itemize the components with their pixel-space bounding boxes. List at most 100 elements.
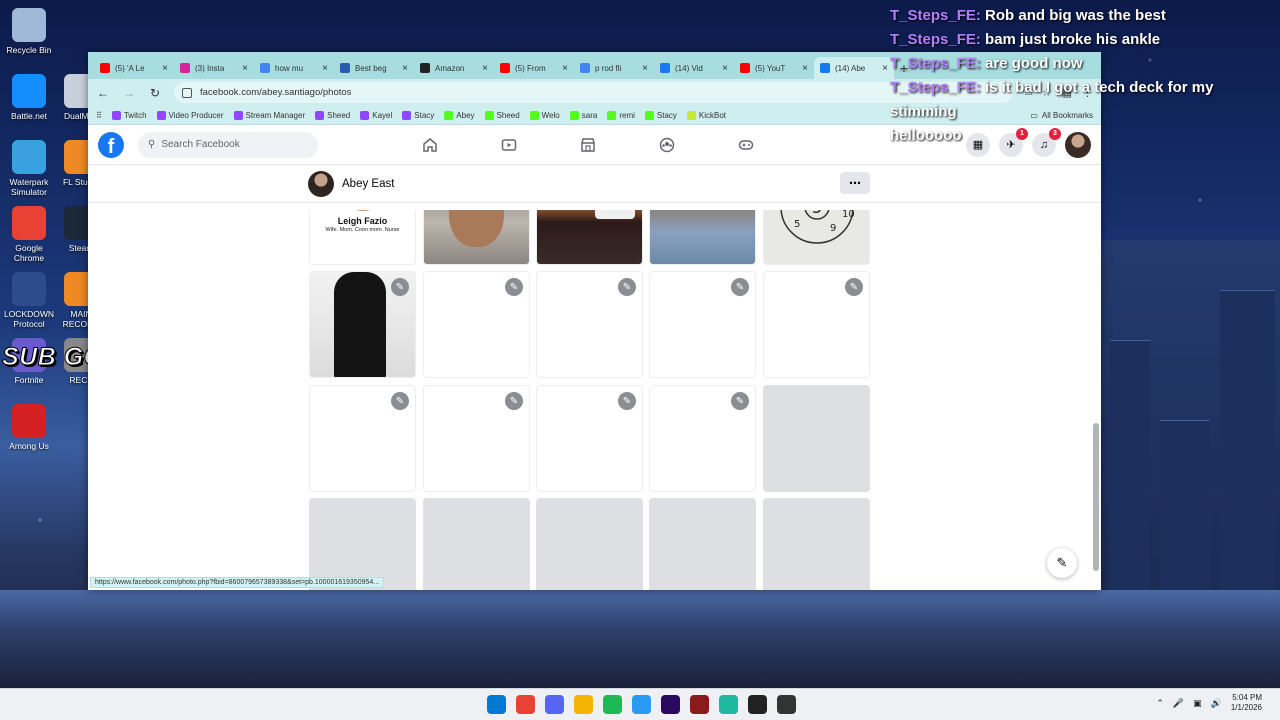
photo-tile[interactable]: ✎ <box>309 385 416 492</box>
photo-tile[interactable]: ✎ <box>649 271 756 378</box>
photo-tile[interactable]: ✎ <box>536 385 643 492</box>
edit-pencil-icon[interactable]: ✎ <box>505 278 523 296</box>
discord-icon[interactable] <box>545 695 564 714</box>
premiere-icon[interactable] <box>661 695 680 714</box>
new-message-button[interactable]: ✎ <box>1047 548 1077 578</box>
bookmark-item[interactable]: Sheed <box>315 110 350 120</box>
groups-icon[interactable] <box>655 133 679 157</box>
photo-tile[interactable] <box>763 385 870 492</box>
bookmark-item[interactable]: Welo <box>529 110 560 120</box>
app-icon[interactable] <box>719 695 738 714</box>
browser-tab[interactable]: Amazon × <box>414 57 494 79</box>
bookmark-item[interactable]: Video Producer <box>156 110 224 120</box>
desktop-icon[interactable]: LOCKDOWN Protocol <box>0 272 58 329</box>
photo-tile[interactable] <box>536 210 643 265</box>
close-icon[interactable]: × <box>642 63 648 74</box>
bookmark-item[interactable]: Stacy <box>644 110 677 120</box>
photo-tile[interactable] <box>423 498 530 590</box>
search-input[interactable]: ⚲ Search Facebook <box>138 131 318 158</box>
close-icon[interactable]: × <box>242 63 248 74</box>
file-explorer-icon[interactable] <box>574 695 593 714</box>
site-info-icon[interactable] <box>182 87 192 98</box>
close-icon[interactable]: × <box>322 63 328 74</box>
browser-tab[interactable]: (3) Insta × <box>174 57 254 79</box>
volume-icon[interactable]: 🔊 <box>1211 698 1222 709</box>
edit-pencil-icon[interactable]: ✎ <box>391 392 409 410</box>
more-options-button[interactable]: ⋯ <box>840 172 870 194</box>
photo-tile[interactable]: ✎ <box>763 271 870 378</box>
facebook-logo-icon[interactable]: f <box>98 131 124 158</box>
browser-tab[interactable]: Best beg × <box>334 57 414 79</box>
profile-avatar[interactable] <box>308 170 334 197</box>
chevron-up-icon[interactable]: ⌃ <box>1156 698 1164 709</box>
close-icon[interactable]: × <box>482 63 488 74</box>
desktop-icon[interactable]: Google Chrome <box>0 206 58 263</box>
photo-tile[interactable] <box>649 210 756 265</box>
close-icon[interactable]: × <box>722 63 728 74</box>
edit-pencil-icon[interactable]: ✎ <box>391 278 409 296</box>
desktop-icon[interactable]: Recycle Bin <box>0 8 58 55</box>
photo-tile[interactable] <box>649 498 756 590</box>
bookmark-item[interactable]: Kayel <box>360 110 392 120</box>
edit-pencil-icon[interactable]: ✎ <box>845 278 863 296</box>
photo-tile[interactable]: ✎ <box>423 385 530 492</box>
app-icon[interactable] <box>748 695 767 714</box>
bookmark-item[interactable]: Sheed <box>484 110 520 120</box>
browser-tab[interactable]: how mu × <box>254 57 334 79</box>
edit-pencil-icon[interactable]: ✎ <box>618 278 636 296</box>
desktop-icon[interactable]: Among Us <box>0 404 58 451</box>
browser-tab[interactable]: (5) YouT × <box>734 57 814 79</box>
close-icon[interactable]: × <box>882 63 888 74</box>
call-of-duty-icon[interactable] <box>777 695 796 714</box>
network-icon[interactable]: ▣ <box>1193 698 1202 709</box>
scrollbar[interactable] <box>1093 263 1099 572</box>
edit-pencil-icon[interactable]: ✎ <box>731 392 749 410</box>
browser-tab[interactable]: (14) Abe × <box>814 57 894 79</box>
scrollbar-thumb[interactable] <box>1093 423 1099 571</box>
photo-tile[interactable]: ✎ <box>536 271 643 378</box>
back-button[interactable]: ← <box>96 86 110 100</box>
browser-tab[interactable]: p rod fli × <box>574 57 654 79</box>
clock[interactable]: 5:04 PM 1/1/2026 <box>1231 693 1262 713</box>
forward-button[interactable]: → <box>122 86 136 100</box>
edit-pencil-icon[interactable]: ✎ <box>618 392 636 410</box>
bookmark-item[interactable]: Twitch <box>111 110 147 120</box>
desktop-icon[interactable]: Waterpark Simulator <box>0 140 58 197</box>
close-icon[interactable]: × <box>562 63 568 74</box>
bookmark-item[interactable]: Stream Manager <box>233 110 305 120</box>
close-icon[interactable]: × <box>802 63 808 74</box>
address-bar[interactable]: facebook.com/abey.santiago/photos <box>174 82 1014 103</box>
bookmark-item[interactable]: remi <box>607 110 635 120</box>
close-icon[interactable]: × <box>162 63 168 74</box>
photo-tile[interactable] <box>423 210 530 265</box>
bookmark-item[interactable]: sara <box>569 110 597 120</box>
photo-tile[interactable] <box>763 498 870 590</box>
gaming-icon[interactable] <box>734 133 758 157</box>
photo-tile[interactable]: Leigh Fazio Wife. Mom. Coon mom. Nurse <box>309 210 416 265</box>
game-icon[interactable] <box>690 695 709 714</box>
microphone-icon[interactable]: 🎤 <box>1173 698 1184 709</box>
photo-tile[interactable]: ✎ <box>423 271 530 378</box>
app-icon[interactable] <box>632 695 651 714</box>
photo-tile[interactable] <box>536 498 643 590</box>
chrome-icon[interactable] <box>516 695 535 714</box>
bookmark-item[interactable]: Stacy <box>402 110 434 120</box>
windows-start-icon[interactable] <box>487 695 506 714</box>
reload-button[interactable]: ↻ <box>148 86 162 100</box>
home-icon[interactable] <box>418 133 442 157</box>
edit-pencil-icon[interactable]: ✎ <box>731 278 749 296</box>
photo-tile[interactable]: ✎ <box>649 385 756 492</box>
bookmark-item[interactable]: Abey <box>444 110 475 120</box>
browser-tab[interactable]: (5) 'A Le × <box>94 57 174 79</box>
profile-name[interactable]: Abey East <box>342 178 394 190</box>
video-icon[interactable] <box>497 133 521 157</box>
browser-tab[interactable]: (14) Vid × <box>654 57 734 79</box>
apps-grid-icon[interactable]: ⠿ <box>96 111 102 120</box>
marketplace-icon[interactable] <box>576 133 600 157</box>
close-icon[interactable]: × <box>402 63 408 74</box>
spotify-icon[interactable] <box>603 695 622 714</box>
browser-tab[interactable]: (5) From × <box>494 57 574 79</box>
desktop-icon[interactable]: Battle.net <box>0 74 58 121</box>
bookmark-item[interactable]: KickBot <box>686 110 726 120</box>
photo-tile[interactable]: 34P251059 <box>763 210 870 265</box>
